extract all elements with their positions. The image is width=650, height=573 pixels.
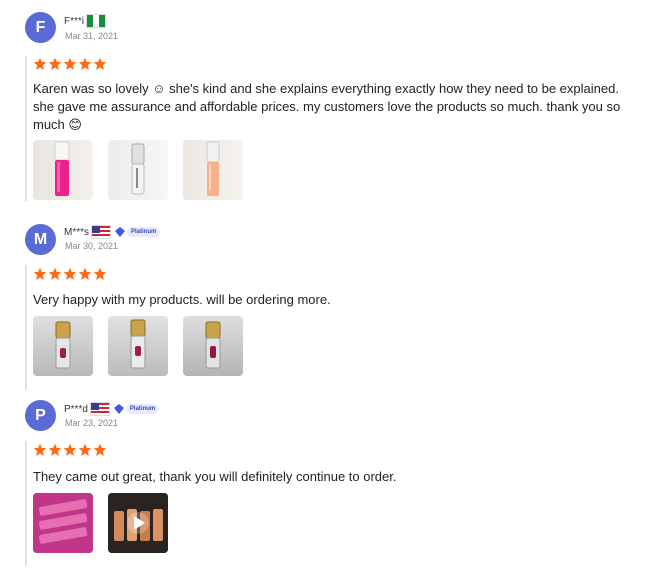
gold-cap-lip-gloss-icon — [55, 321, 71, 369]
gold-cap-lip-gloss-icon — [205, 321, 221, 369]
star-icon — [78, 57, 92, 70]
review-item: M M***s Platinum Mar 30, 2021 Very happy… — [0, 210, 650, 395]
platinum-badge-label: Platinum — [127, 227, 161, 237]
gold-cap-lip-gloss-icon — [130, 319, 146, 369]
star-icon — [78, 443, 92, 456]
peach-lip-gloss-icon — [206, 141, 220, 196]
review-item: P P***d Platinum Mar 23, 2021 They came … — [0, 395, 650, 573]
star-icon — [33, 267, 47, 280]
star-rating — [33, 57, 107, 71]
star-icon — [93, 57, 107, 70]
star-icon — [33, 57, 47, 70]
review-date: Mar 23, 2021 — [65, 418, 119, 428]
review-photo[interactable] — [183, 140, 243, 200]
avatar: F — [25, 12, 56, 43]
reviewer-name: M***s Platinum — [64, 225, 161, 239]
divider — [25, 56, 27, 201]
review-text: Karen was so lovely ☺ she's kind and she… — [33, 81, 621, 132]
star-icon — [33, 443, 47, 456]
review-photos — [33, 316, 243, 376]
review-photo[interactable] — [108, 316, 168, 376]
review-photo[interactable] — [33, 316, 93, 376]
reviewer-name-text: P***d — [64, 403, 88, 415]
review-photo[interactable] — [33, 140, 93, 200]
review-photo[interactable] — [108, 140, 168, 200]
star-icon — [93, 267, 107, 280]
star-icon — [78, 267, 92, 280]
reviewer-name: P***d Platinum — [64, 402, 160, 416]
star-rating — [33, 267, 107, 281]
review-photo[interactable] — [183, 316, 243, 376]
divider — [25, 265, 27, 390]
platinum-badge-label: Platinum — [125, 404, 160, 414]
star-icon — [93, 443, 107, 456]
play-icon[interactable] — [108, 493, 168, 553]
star-icon — [63, 443, 77, 456]
review-date: Mar 31, 2021 — [65, 31, 119, 41]
review-photos — [33, 140, 243, 200]
star-icon — [63, 267, 77, 280]
reviewer-name-text: F***i — [64, 15, 85, 27]
divider — [25, 441, 27, 566]
clear-lip-gloss-icon — [131, 143, 145, 195]
us-flag-icon — [89, 402, 110, 416]
star-rating — [33, 443, 107, 457]
pink-packaging-icon — [33, 493, 93, 553]
video-thumbnail[interactable] — [108, 493, 168, 553]
avatar: P — [25, 400, 56, 431]
pink-lip-gloss-icon — [54, 141, 70, 196]
star-icon — [63, 57, 77, 70]
platinum-badge: Platinum — [113, 404, 160, 414]
reviewer-name-text: M***s — [64, 226, 90, 238]
review-photo[interactable] — [33, 493, 93, 553]
star-icon — [48, 267, 62, 280]
nigeria-flag-icon — [86, 14, 107, 28]
avatar: M — [25, 224, 56, 255]
review-text: They came out great, thank you will defi… — [33, 469, 397, 484]
star-icon — [48, 443, 62, 456]
us-flag-icon — [91, 225, 112, 239]
diamond-icon — [115, 227, 126, 237]
platinum-badge: Platinum — [115, 227, 161, 237]
review-text: Very happy with my products. will be ord… — [33, 292, 331, 307]
review-date: Mar 30, 2021 — [65, 241, 119, 251]
reviewer-name: F***i — [64, 14, 107, 28]
review-photos — [33, 493, 168, 553]
star-icon — [48, 57, 62, 70]
review-item: F F***i Mar 31, 2021 Karen was so lovely… — [0, 0, 650, 210]
diamond-icon — [113, 404, 124, 414]
